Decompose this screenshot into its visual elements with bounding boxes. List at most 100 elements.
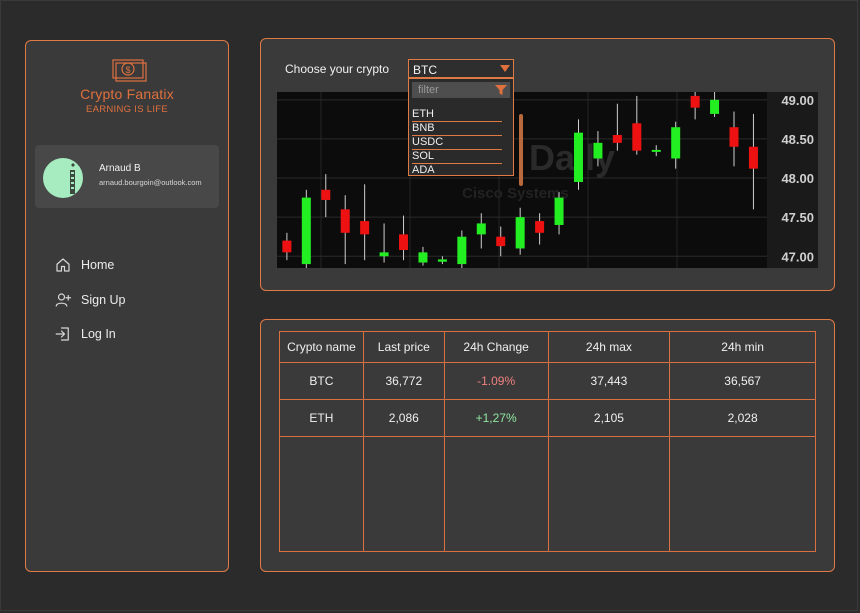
empty-cell — [669, 436, 816, 552]
candle — [671, 121, 681, 169]
user-card[interactable]: Arnaud B arnaud.bourgoin@outlook.com — [35, 145, 219, 208]
candle-body-down — [535, 221, 545, 233]
candle-body-up — [651, 149, 661, 152]
home-icon — [56, 258, 70, 272]
dropdown-option-ada[interactable]: ADA — [412, 164, 502, 177]
candle-body-down — [321, 189, 331, 200]
candle — [515, 207, 525, 255]
dropdown-scrollbar[interactable] — [519, 114, 523, 186]
nav-item-log-in[interactable]: Log In — [54, 323, 214, 345]
brand-tagline: EARNING IS LIFE — [85, 104, 169, 115]
y-tick-label: 48.00 — [781, 171, 814, 186]
cell-24h-min: 36,567 — [669, 362, 816, 400]
candle-body-up — [379, 252, 389, 257]
candle-body-up — [301, 197, 311, 265]
candle — [632, 95, 642, 155]
candle-body-up — [573, 132, 583, 182]
candle — [399, 215, 409, 261]
cell-24h-max: 37,443 — [547, 362, 671, 400]
money-bill-icon: $ — [112, 59, 147, 82]
chart-canvas: Daily Cisco Systems 47.0047.5048.0048.50… — [277, 92, 818, 268]
avatar — [43, 158, 83, 198]
table-row[interactable]: ETH 2,086 +1,27% 2,105 2,028 — [279, 399, 816, 437]
column-header-last-price[interactable]: Last price — [362, 331, 445, 363]
empty-cell — [547, 436, 671, 552]
column-header-24h-change[interactable]: 24h Change — [443, 331, 549, 363]
column-header-24h-max[interactable]: 24h max — [547, 331, 671, 363]
cell-crypto-name: BTC — [279, 362, 364, 400]
dropdown-option-sol[interactable]: SOL — [412, 150, 502, 164]
avatar-icon — [70, 163, 75, 194]
candlestick-chart[interactable]: Daily Cisco Systems 47.00 47.50 48.00 48.50… — [277, 92, 818, 268]
dropdown-option-eth[interactable]: ETH — [412, 108, 502, 122]
candle — [496, 226, 506, 257]
brand-logo[interactable]: $ Crypto Fanatix EARNING IS LIFE — [26, 59, 228, 119]
cell-24h-change: +1,27% — [443, 399, 549, 437]
cell-last-price: 2,086 — [362, 399, 445, 437]
candle-body-down — [340, 209, 350, 233]
y-tick-label: 49.00 — [781, 93, 814, 108]
candle-body-down — [690, 95, 700, 108]
chevron-down-icon — [500, 65, 510, 72]
empty-cell — [279, 436, 364, 552]
candle-body-up — [476, 223, 486, 235]
crypto-dropdown: ETH BNB USDC SOL ADA — [408, 78, 514, 176]
candle — [340, 195, 350, 265]
dropdown-option-bnb[interactable]: BNB — [412, 122, 502, 136]
candle — [457, 230, 467, 268]
nav-label-log-in: Log In — [81, 327, 116, 341]
sidebar: $ Crypto Fanatix EARNING IS LIFE Arnaud … — [25, 40, 229, 572]
candle — [748, 113, 758, 210]
filter-icon[interactable] — [495, 84, 507, 96]
candle — [554, 192, 564, 235]
column-header-crypto-name[interactable]: Crypto name — [279, 331, 364, 363]
table-row-empty — [279, 436, 816, 552]
candle — [301, 189, 311, 268]
nav-item-sign-up[interactable]: Sign Up — [54, 289, 214, 311]
nav-label-home: Home — [81, 258, 115, 272]
cell-24h-min: 2,028 — [669, 399, 816, 437]
crypto-select-value: BTC — [413, 63, 437, 77]
empty-cell — [443, 436, 549, 552]
candle — [360, 184, 370, 261]
candle-body-up — [418, 252, 428, 263]
dropdown-option-usdc[interactable]: USDC — [412, 136, 502, 150]
candle — [729, 111, 739, 167]
column-header-24h-min[interactable]: 24h min — [669, 331, 816, 363]
candle — [651, 145, 661, 157]
table-row[interactable]: BTC 36,772 -1.09% 37,443 36,567 — [279, 362, 816, 400]
cell-last-price: 36,772 — [362, 362, 445, 400]
log-in-icon — [55, 327, 69, 341]
filter-field — [412, 82, 510, 98]
candle-body-down — [748, 146, 758, 169]
y-tick-label: 47.00 — [781, 249, 814, 264]
table-header-row: Crypto name Last price 24h Change 24h ma… — [279, 331, 816, 363]
user-plus-icon — [55, 293, 72, 307]
candle — [573, 119, 583, 190]
candle-body-up — [593, 142, 603, 159]
user-email: arnaud.bourgoin@outlook.com — [99, 178, 202, 187]
market-table: Crypto name Last price 24h Change 24h ma… — [279, 331, 816, 552]
candle — [437, 256, 447, 265]
candle — [535, 213, 545, 245]
market-table-panel: Crypto name Last price 24h Change 24h ma… — [260, 319, 835, 572]
nav-label-sign-up: Sign Up — [81, 293, 126, 307]
candle-body-down — [612, 135, 622, 143]
y-tick-label: 48.50 — [781, 132, 814, 147]
cell-24h-change: -1.09% — [443, 362, 549, 400]
candle-body-down — [496, 236, 506, 247]
candle — [321, 174, 331, 218]
chart-panel: Choose your crypto Daily Cisco Systems 4… — [260, 38, 835, 291]
nav-item-home[interactable]: Home — [54, 254, 214, 276]
candle-body-down — [360, 221, 370, 235]
candle-body-up — [671, 127, 681, 159]
candle-body-up — [515, 217, 525, 249]
candle-body-up — [554, 197, 564, 225]
candle-body-up — [457, 236, 467, 265]
crypto-select[interactable]: BTC — [408, 59, 514, 78]
svg-text:$: $ — [125, 65, 130, 75]
candle-body-up — [437, 259, 447, 262]
candle — [710, 92, 720, 118]
filter-input[interactable] — [412, 82, 498, 98]
candle-body-down — [282, 240, 292, 253]
